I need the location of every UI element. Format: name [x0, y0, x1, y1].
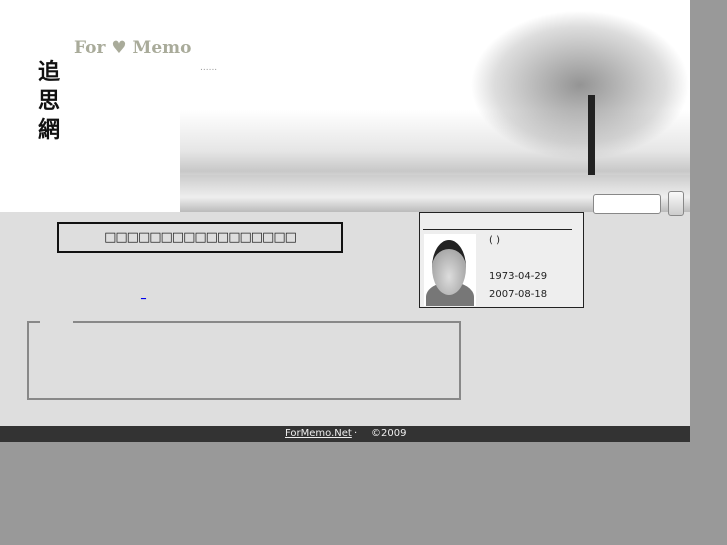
brand-logo[interactable]: For ♥ Memo — [74, 38, 191, 58]
page: For ♥ Memo ...... 追 思 網 □□□□□□□□□□□□□□□□… — [0, 0, 690, 442]
tree-crown-image — [470, 10, 690, 160]
title-char: 追 — [38, 60, 61, 85]
fieldset-legend — [40, 320, 73, 324]
profile-name: ( ) — [489, 235, 500, 246]
profile-card: ( ) 1973-04-29 2007-08-18 — [419, 212, 584, 308]
content-fieldset — [27, 321, 461, 400]
search-button[interactable] — [668, 191, 684, 216]
title-char: 思 — [38, 89, 61, 114]
footer: ForMemo.Net · ©2009 — [0, 426, 690, 442]
death-date: 2007-08-18 — [489, 289, 548, 300]
header-banner: For ♥ Memo ...... 追 思 網 — [0, 0, 690, 212]
photo-face — [432, 240, 466, 295]
title-char: 網 — [38, 118, 61, 143]
header-dots: ...... — [200, 63, 218, 73]
footer-site-link[interactable]: ForMemo.Net — [285, 426, 352, 442]
footer-separator: · — [354, 428, 358, 439]
profile-photo[interactable] — [424, 234, 476, 306]
search-input[interactable] — [593, 194, 661, 214]
card-divider — [423, 229, 572, 230]
site-title: 追 思 網 — [38, 58, 64, 145]
birth-date: 1973-04-29 — [489, 271, 548, 282]
content-link[interactable]: _ — [141, 289, 146, 300]
notice-box: □□□□□□□□□□□□□□□□□ — [57, 222, 343, 253]
footer-copyright: ©2009 — [371, 428, 407, 439]
tree-trunk-image — [588, 95, 595, 175]
